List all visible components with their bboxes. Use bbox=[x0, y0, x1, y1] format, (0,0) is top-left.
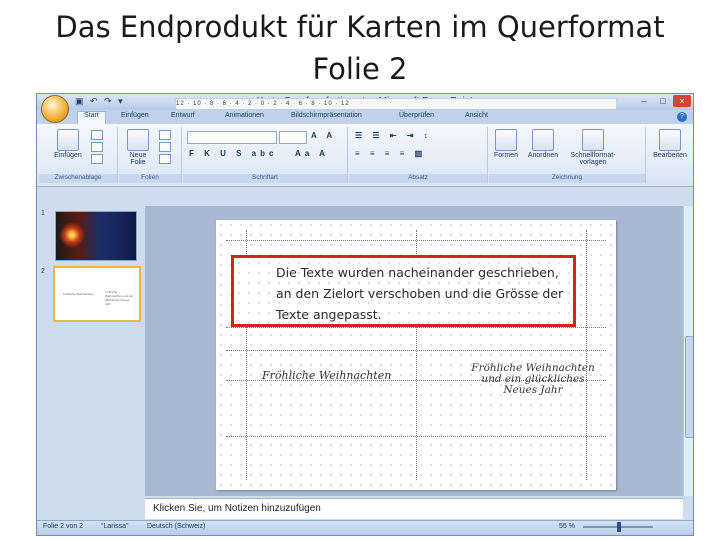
new-slide-icon bbox=[127, 129, 149, 151]
vertical-scrollbar[interactable] bbox=[683, 206, 693, 496]
thumbnail-number: 2 bbox=[41, 268, 45, 275]
christmas-ornament-image bbox=[59, 222, 85, 248]
shapes-button[interactable]: Formen bbox=[491, 129, 521, 159]
status-slide-info: Folie 2 von 2 bbox=[43, 523, 84, 530]
help-icon[interactable]: ? bbox=[677, 112, 687, 122]
scroll-thumb[interactable] bbox=[685, 336, 693, 438]
group-drawing: Formen Anordnen Schnellformat-vorlagen Z… bbox=[489, 127, 646, 183]
group-label-clipboard: Zwischenablage bbox=[39, 174, 117, 183]
close-button[interactable]: × bbox=[673, 95, 691, 107]
slide-thumbnail-2[interactable]: Fröhliche Weihnachten Fröhliche Weihnach… bbox=[53, 266, 141, 322]
callout-text: Die Texte wurden nacheinander geschriebe… bbox=[276, 265, 564, 322]
reset-icon[interactable] bbox=[159, 142, 171, 152]
group-font: A A F K U S abc Aa A Schriftart bbox=[183, 127, 348, 183]
notes-placeholder: Klicken Sie, um Notizen hinzuzufügen bbox=[153, 503, 321, 514]
tab-view[interactable]: Ansicht bbox=[465, 112, 488, 119]
ribbon-tabs: Start Einfügen Entwurf Animationen Bilds… bbox=[37, 110, 693, 124]
arrange-label: Anordnen bbox=[527, 152, 559, 159]
horizontal-ruler: 12 · 10 · 8 · 6 · 4 · 2 · 0 · 2 · 4 · 6 … bbox=[175, 98, 617, 110]
notes-pane[interactable]: Klicken Sie, um Notizen hinzuzufügen bbox=[145, 498, 683, 519]
edit-label: Bearbeiten bbox=[653, 152, 687, 159]
status-bar: Folie 2 von 2 "Larissa" Deutsch (Schweiz… bbox=[37, 520, 693, 535]
tab-start[interactable]: Start bbox=[77, 111, 106, 124]
zoom-slider-handle[interactable] bbox=[617, 522, 621, 532]
office-button[interactable] bbox=[41, 95, 69, 123]
slide-edit-area: Fröhliche Weihnachten Fröhliche Weihnach… bbox=[145, 206, 683, 496]
group-clipboard: Einfügen Zwischenablage bbox=[39, 127, 118, 183]
group-label-drawing: Zeichnung bbox=[489, 174, 645, 183]
thumbnail-text-left: Fröhliche Weihnachten bbox=[63, 292, 94, 296]
greeting-text-left[interactable]: Fröhliche Weihnachten bbox=[262, 369, 391, 382]
arrange-button[interactable]: Anordnen bbox=[525, 129, 561, 159]
font-name-select[interactable] bbox=[187, 131, 277, 144]
group-paragraph: ☰ ☰ ⇤ ⇥ ↕ ≡ ≡ ≡ ≡ ▥ Absatz bbox=[349, 127, 488, 183]
group-label-font: Schriftart bbox=[183, 174, 347, 183]
slide-title-line1: Das Endprodukt für Karten im Querformat bbox=[55, 10, 665, 44]
group-slides: Neue Folie Folien bbox=[119, 127, 182, 183]
clipboard-icon bbox=[57, 129, 79, 151]
slide-title-line2: Folie 2 bbox=[312, 52, 408, 86]
font-size-buttons[interactable]: A A bbox=[311, 131, 336, 140]
grid-line bbox=[586, 230, 587, 480]
quick-styles-button[interactable]: Schnellformat-vorlagen bbox=[565, 129, 621, 166]
tab-slideshow[interactable]: Bildschirmpräsentation bbox=[291, 112, 362, 119]
quick-styles-label: Schnellformat-vorlagen bbox=[570, 152, 616, 166]
new-slide-label: Neue Folie bbox=[129, 152, 147, 166]
shapes-icon bbox=[495, 129, 517, 151]
arrange-icon bbox=[532, 129, 554, 151]
status-language[interactable]: Deutsch (Schweiz) bbox=[147, 523, 205, 530]
greeting-right-line: Neues Jahr bbox=[503, 384, 563, 396]
font-color-buttons[interactable]: Aa A bbox=[295, 149, 329, 158]
layout-icon[interactable] bbox=[159, 130, 171, 140]
thumbnail-text-right: Fröhliche Weihnachten und ein glückliche… bbox=[105, 290, 134, 306]
quick-styles-icon bbox=[582, 129, 604, 151]
edit-button[interactable]: Bearbeiten bbox=[649, 129, 691, 159]
status-theme: "Larissa" bbox=[101, 523, 129, 530]
paste-label: Einfügen bbox=[54, 152, 82, 159]
shapes-label: Formen bbox=[493, 152, 519, 159]
group-label-slides: Folien bbox=[119, 174, 181, 183]
minimize-button[interactable]: – bbox=[635, 95, 653, 107]
slide-thumbnails-pane: 1 2 Fröhliche Weihnachten Fröhliche Weih… bbox=[37, 206, 145, 506]
thumbnail-number: 1 bbox=[41, 210, 45, 217]
list-buttons[interactable]: ☰ ☰ ⇤ ⇥ ↕ bbox=[355, 131, 432, 140]
paste-button[interactable]: Einfügen bbox=[53, 129, 83, 159]
tab-insert[interactable]: Einfügen bbox=[121, 112, 149, 119]
group-edit: Bearbeiten bbox=[647, 127, 693, 183]
font-size-select[interactable] bbox=[279, 131, 307, 144]
new-slide-button[interactable]: Neue Folie bbox=[123, 129, 153, 166]
group-label-paragraph: Absatz bbox=[349, 174, 487, 183]
tab-design[interactable]: Entwurf bbox=[171, 112, 195, 119]
delete-slide-icon[interactable] bbox=[159, 154, 171, 164]
zoom-level[interactable]: 55 % bbox=[559, 523, 575, 530]
align-buttons[interactable]: ≡ ≡ ≡ ≡ ▥ bbox=[355, 149, 426, 158]
tab-review[interactable]: Überprüfen bbox=[399, 112, 434, 119]
cut-icon[interactable] bbox=[91, 130, 103, 140]
ribbon: Einfügen Zwischenablage Neue Folie Folie… bbox=[37, 124, 693, 187]
format-painter-icon[interactable] bbox=[91, 154, 103, 164]
binoculars-icon bbox=[659, 129, 681, 151]
callout-box: Die Texte wurden nacheinander geschriebe… bbox=[231, 255, 576, 327]
maximize-button[interactable]: □ bbox=[654, 95, 672, 107]
slide-title: Das Endprodukt für Karten im Querformat … bbox=[0, 6, 720, 90]
slide-thumbnail-1[interactable] bbox=[55, 211, 137, 261]
tab-animations[interactable]: Animationen bbox=[225, 112, 264, 119]
font-format-buttons[interactable]: F K U S abc bbox=[189, 149, 277, 158]
copy-icon[interactable] bbox=[91, 142, 103, 152]
greeting-text-right[interactable]: Fröhliche Weihnachten und ein glückliche… bbox=[458, 363, 608, 396]
